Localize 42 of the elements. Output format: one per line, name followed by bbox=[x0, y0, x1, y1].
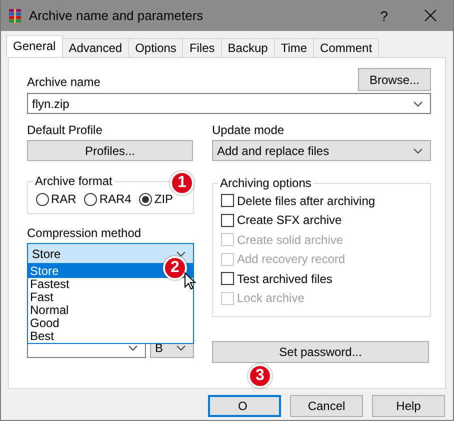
checkbox-option[interactable]: Delete files after archiving bbox=[221, 191, 422, 210]
profiles-button[interactable]: Profiles... bbox=[27, 140, 193, 161]
chevron-icon bbox=[413, 100, 423, 106]
books-icon bbox=[7, 8, 23, 24]
tab[interactable]: General bbox=[6, 35, 63, 57]
set-password-button[interactable]: Set password... bbox=[212, 341, 429, 363]
dialog-button[interactable]: Help bbox=[372, 395, 445, 417]
checkbox[interactable] bbox=[221, 272, 234, 286]
checkbox-option[interactable]: Test archived files bbox=[221, 269, 422, 288]
chevron-icon bbox=[176, 250, 186, 256]
chevron-icon bbox=[413, 148, 423, 154]
radio-button[interactable] bbox=[84, 192, 98, 206]
dropdown-option[interactable]: Normal bbox=[28, 304, 193, 317]
chevron-icon bbox=[176, 344, 186, 350]
close-icon[interactable] bbox=[424, 9, 437, 22]
dialog-button[interactable]: O bbox=[208, 395, 281, 417]
dropdown-option[interactable]: Good bbox=[28, 317, 193, 330]
tab[interactable]: Options bbox=[128, 38, 184, 57]
field-label: Update mode bbox=[212, 123, 286, 137]
radio-button[interactable] bbox=[139, 192, 152, 206]
field-label: Archive name bbox=[27, 75, 100, 89]
group-title: Archive format bbox=[35, 174, 112, 188]
dropdown[interactable]: flyn.zip bbox=[27, 93, 431, 114]
dialog-button[interactable]: Cancel bbox=[290, 395, 363, 417]
window-title: Archive name and parameters bbox=[29, 8, 204, 23]
dropdown[interactable]: Add and replace files bbox=[212, 140, 431, 161]
checkbox-option[interactable]: Create SFX archive bbox=[221, 210, 422, 230]
group-title: Archiving options bbox=[220, 176, 312, 190]
radio-button[interactable] bbox=[36, 192, 49, 206]
radio-option[interactable]: ZIP bbox=[139, 192, 174, 206]
help-button[interactable]: ? bbox=[380, 8, 388, 24]
checkbox[interactable] bbox=[221, 214, 234, 227]
tab[interactable]: Backup bbox=[220, 38, 275, 57]
field-label: Compression method bbox=[27, 226, 142, 240]
chevron-icon bbox=[128, 344, 138, 350]
checkbox[interactable] bbox=[221, 194, 234, 208]
radio-option[interactable]: RAR bbox=[36, 192, 76, 206]
tab[interactable]: Comment bbox=[313, 38, 380, 57]
dropdown-option[interactable]: Fast bbox=[28, 291, 193, 304]
field-label: Default Profile bbox=[27, 123, 104, 137]
radio-option[interactable]: RAR4 bbox=[84, 192, 132, 206]
browse-button[interactable]: Browse... bbox=[358, 68, 431, 91]
